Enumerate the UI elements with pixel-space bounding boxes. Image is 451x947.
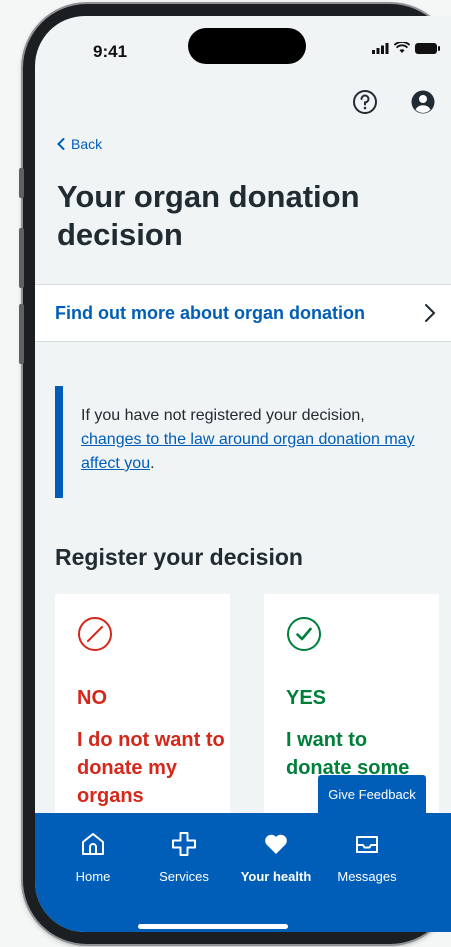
tab-messages[interactable]: Messages: [327, 831, 407, 884]
inset-text: If you have not registered your decision…: [55, 386, 435, 498]
heart-icon: [265, 834, 287, 854]
battery-icon: [415, 42, 440, 54]
page-title: Your organ donation decision: [57, 179, 360, 252]
find-out-more-label: Find out more about organ donation: [55, 302, 365, 323]
wifi-icon: [394, 42, 410, 53]
inbox-icon: [356, 836, 378, 853]
chevron-left-icon: [57, 138, 65, 150]
signal-icon: [372, 42, 389, 54]
section-heading: Register your decision: [55, 544, 303, 570]
tab-home-label: Home: [75, 869, 111, 884]
phone-volume-up-button: [19, 228, 24, 288]
cross-icon: [172, 832, 196, 856]
decision-no-heading: NO: [77, 687, 107, 709]
status-bar: 9:41: [35, 16, 451, 78]
tab-services-label: Services: [159, 869, 209, 884]
tab-bar: Home Services Your health Messages: [35, 813, 451, 932]
phone-action-button: [19, 168, 24, 198]
tab-your-health-label: Your health: [240, 869, 312, 884]
find-out-more-link[interactable]: Find out more about organ donation: [35, 284, 451, 342]
account-icon[interactable]: [409, 88, 437, 116]
home-icon: [82, 833, 104, 855]
inset-paragraph: If you have not registered your decision…: [81, 407, 415, 472]
law-changes-link[interactable]: changes to the law around organ donation…: [81, 431, 415, 472]
check-circle-icon: [287, 617, 321, 651]
tab-messages-label: Messages: [337, 869, 397, 884]
phone-volume-down-button: [19, 304, 24, 364]
back-link-label: Back: [71, 136, 103, 152]
decision-yes-description: I want to donate some: [286, 729, 410, 779]
tab-home[interactable]: Home: [53, 831, 133, 884]
decision-no-description: I do not want to donate my organs: [77, 729, 225, 807]
tab-services[interactable]: Services: [144, 831, 224, 884]
chevron-right-icon: [425, 304, 436, 322]
back-link[interactable]: Back: [57, 136, 102, 152]
status-time: 9:41: [93, 42, 128, 61]
app-screen: 9:41 Back Your organ donation decision F…: [35, 16, 451, 932]
dynamic-island: [188, 28, 306, 64]
give-feedback-button[interactable]: Give Feedback: [318, 775, 426, 813]
decision-yes-heading: YES: [286, 687, 327, 709]
help-icon[interactable]: [351, 88, 379, 116]
home-indicator[interactable]: [138, 924, 288, 929]
no-entry-icon: [78, 617, 112, 651]
tab-your-health[interactable]: Your health: [236, 831, 316, 884]
